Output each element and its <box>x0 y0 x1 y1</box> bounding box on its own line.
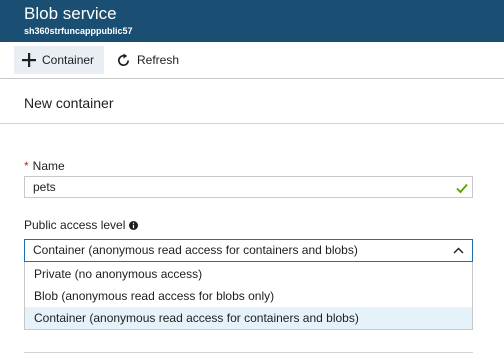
access-level-selected-value: Container (anonymous read access for con… <box>33 243 358 257</box>
name-label-text: Name <box>32 159 65 173</box>
valid-check-icon <box>456 177 468 197</box>
command-bar: Container Refresh <box>0 42 504 78</box>
add-container-button[interactable]: Container <box>14 46 104 74</box>
panel-title: New container <box>24 95 114 111</box>
blade-header-title: Blob service <box>24 4 117 23</box>
plus-icon <box>22 53 36 67</box>
refresh-button[interactable]: Refresh <box>112 46 202 74</box>
access-label-text: Public access level <box>24 218 126 232</box>
container-name-value: pets <box>33 180 56 194</box>
refresh-label: Refresh <box>137 53 180 67</box>
required-marker: * <box>24 159 29 173</box>
add-container-label: Container <box>42 53 95 67</box>
refresh-icon <box>116 52 131 68</box>
access-level-dropdown-list: Private (no anonymous access) Blob (anon… <box>24 262 473 330</box>
title-divider <box>0 123 504 124</box>
access-level-select[interactable]: Container (anonymous read access for con… <box>24 239 473 262</box>
option-container[interactable]: Container (anonymous read access for con… <box>25 307 472 329</box>
info-icon[interactable] <box>129 220 139 230</box>
new-container-panel: New container * Name pets Public access l… <box>0 78 504 360</box>
name-field-label: * Name <box>24 159 65 173</box>
public-access-level-label: Public access level <box>24 218 139 232</box>
chevron-up-icon <box>453 240 464 261</box>
container-name-input[interactable]: pets <box>24 176 473 198</box>
blade-header: Blob service sh360strfuncapppublic57 <box>0 0 504 42</box>
footer-divider <box>24 352 473 353</box>
option-private[interactable]: Private (no anonymous access) <box>25 263 472 285</box>
storage-account-name: sh360strfuncapppublic57 <box>24 26 133 36</box>
option-blob[interactable]: Blob (anonymous read access for blobs on… <box>25 285 472 307</box>
